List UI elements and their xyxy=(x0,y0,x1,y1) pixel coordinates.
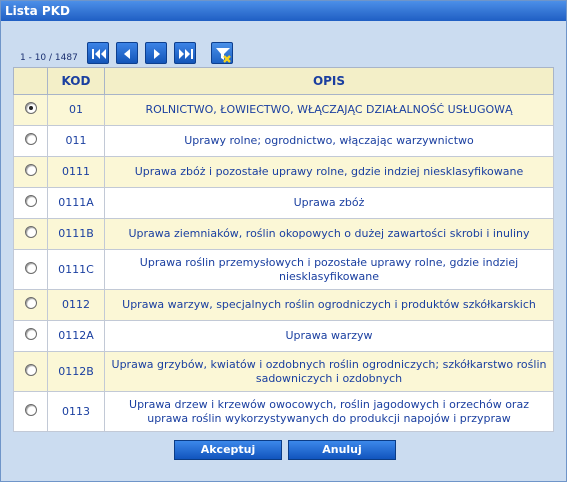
pkd-table: KOD OPIS 01 ROLNICTWO, ŁOWIECTWO, WŁĄCZA… xyxy=(13,67,554,432)
opis-cell: Uprawa roślin przemysłowych i pozostałe … xyxy=(104,249,554,290)
opis-cell: Uprawa zbóż i pozostałe uprawy rolne, gd… xyxy=(104,156,554,188)
next-page-icon xyxy=(154,49,160,59)
opis-cell: Uprawy rolne; ogrodnictwo, włączając war… xyxy=(104,125,554,157)
kod-cell: 0113 xyxy=(47,391,105,432)
opis-cell: Uprawa drzew i krzewów owocowych, roślin… xyxy=(104,391,554,432)
table-row[interactable]: 0112A Uprawa warzyw xyxy=(13,320,554,352)
opis-cell: Uprawa warzyw xyxy=(104,320,554,352)
row-radio[interactable] xyxy=(24,261,37,274)
kod-cell: 011 xyxy=(47,125,105,157)
select-column-header xyxy=(13,67,48,95)
previous-page-button[interactable] xyxy=(116,42,138,64)
kod-cell: 0112A xyxy=(47,320,105,352)
table-row[interactable]: 01 ROLNICTWO, ŁOWIECTWO, WŁĄCZAJĄC DZIAŁ… xyxy=(13,94,554,126)
table-row[interactable]: 0113 Uprawa drzew i krzewów owocowych, r… xyxy=(13,391,554,432)
row-radio[interactable] xyxy=(24,363,37,376)
last-page-icon xyxy=(179,49,193,59)
kod-cell: 01 xyxy=(47,94,105,126)
table-row[interactable]: 011 Uprawy rolne; ogrodnictwo, włączając… xyxy=(13,125,554,157)
row-radio[interactable] xyxy=(24,226,37,238)
opis-column-header[interactable]: OPIS xyxy=(104,67,554,95)
row-radio[interactable] xyxy=(24,297,37,309)
row-select-cell[interactable] xyxy=(13,156,48,188)
pager-range-text: 1 - 10 / 1487 xyxy=(20,53,78,63)
row-select-cell[interactable] xyxy=(13,289,48,321)
kod-cell: 0112B xyxy=(47,351,105,392)
row-select-cell[interactable] xyxy=(13,351,48,392)
row-select-cell[interactable] xyxy=(13,94,48,126)
opis-cell: Uprawa zbóż xyxy=(104,187,554,219)
window-title: Lista PKD xyxy=(1,1,566,21)
table-row[interactable]: 0112B Uprawa grzybów, kwiatów i ozdobnyc… xyxy=(13,351,554,392)
row-radio[interactable] xyxy=(24,328,37,340)
opis-cell: Uprawa ziemniaków, roślin okopowych o du… xyxy=(104,218,554,250)
pkd-list-window: Lista PKD 1 - 10 / 1487 KOD OPIS 01 ROLN… xyxy=(0,0,567,482)
kod-column-header[interactable]: KOD xyxy=(47,67,105,95)
opis-cell: ROLNICTWO, ŁOWIECTWO, WŁĄCZAJĄC DZIAŁALN… xyxy=(104,94,554,126)
opis-cell: Uprawa grzybów, kwiatów i ozdobnych rośl… xyxy=(104,351,554,392)
kod-cell: 0112 xyxy=(47,289,105,321)
row-radio[interactable] xyxy=(24,133,37,145)
table-row[interactable]: 0111 Uprawa zbóż i pozostałe uprawy roln… xyxy=(13,156,554,188)
previous-page-icon xyxy=(124,49,130,59)
table-row[interactable]: 0111B Uprawa ziemniaków, roślin okopowyc… xyxy=(13,218,554,250)
first-page-icon xyxy=(92,49,106,59)
opis-cell: Uprawa warzyw, specjalnych roślin ogrodn… xyxy=(104,289,554,321)
cancel-button[interactable]: Anuluj xyxy=(288,440,396,460)
accept-button[interactable]: Akceptuj xyxy=(174,440,282,460)
table-row[interactable]: 0111C Uprawa roślin przemysłowych i pozo… xyxy=(13,249,554,290)
row-select-cell[interactable] xyxy=(13,320,48,352)
next-page-button[interactable] xyxy=(145,42,167,64)
table-row[interactable]: 0112 Uprawa warzyw, specjalnych roślin o… xyxy=(13,289,554,321)
row-select-cell[interactable] xyxy=(13,187,48,219)
row-radio[interactable] xyxy=(24,164,37,176)
kod-cell: 0111A xyxy=(47,187,105,219)
last-page-button[interactable] xyxy=(174,42,196,64)
row-select-cell[interactable] xyxy=(13,125,48,157)
clear-filter-icon xyxy=(216,48,231,63)
row-radio[interactable] xyxy=(24,195,37,207)
row-select-cell[interactable] xyxy=(13,249,48,290)
row-radio[interactable] xyxy=(24,403,37,416)
row-radio[interactable] xyxy=(24,102,37,114)
clear-filter-button[interactable] xyxy=(211,42,233,64)
kod-cell: 0111B xyxy=(47,218,105,250)
table-row[interactable]: 0111A Uprawa zbóż xyxy=(13,187,554,219)
row-select-cell[interactable] xyxy=(13,218,48,250)
first-page-button[interactable] xyxy=(87,42,109,64)
row-select-cell[interactable] xyxy=(13,391,48,432)
kod-cell: 0111 xyxy=(47,156,105,188)
kod-cell: 0111C xyxy=(47,249,105,290)
